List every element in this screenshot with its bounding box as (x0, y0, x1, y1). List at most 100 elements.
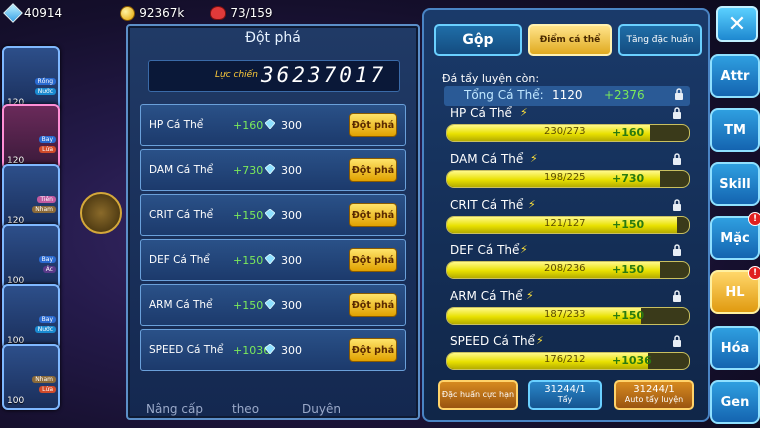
stat-current: 176/212 (544, 354, 586, 365)
stat-bonus: +730 (233, 164, 264, 177)
food-count: 73/159 (230, 6, 273, 20)
lightning-icon: ⚡ (530, 152, 538, 165)
stat-name: CRIT Cá Thể (450, 198, 524, 212)
pet-slot-6[interactable]: Nham Lửa 100 (2, 344, 60, 410)
diamond-icon (265, 299, 275, 309)
stat-name: ARM Cá Thể (149, 299, 213, 311)
breakthrough-button[interactable]: Đột phá (349, 338, 397, 362)
lightning-icon: ⚡ (520, 106, 528, 119)
total-row: Tổng Cá Thể: 1120 +2376 (444, 86, 690, 106)
lightning-icon: ⚡ (528, 198, 536, 211)
total-plus: +2376 (604, 88, 645, 102)
gold-counter: 92367k (120, 5, 185, 21)
stat-current: 187/233 (544, 309, 586, 320)
tab-individual-points[interactable]: Điểm cá thể (528, 24, 612, 56)
diamond-icon (265, 254, 275, 264)
auto-wash-button[interactable]: 31244/1 Auto tẩy luyện (614, 380, 694, 410)
side-button-label: Gen (720, 394, 750, 410)
pet-tag: Lửa (39, 146, 56, 153)
auto-wash-count: 31244/1 (633, 384, 675, 395)
lock-icon[interactable] (672, 335, 682, 347)
breakthrough-row: CRIT Cá Thể +150 300 Đột phá (140, 194, 406, 236)
lock-icon[interactable] (672, 153, 682, 165)
diamond-icon (265, 119, 275, 129)
pet-tag: Lửa (39, 386, 56, 393)
stat-row: ARM Cá Thể ⚡ 187/233 +150 (444, 289, 692, 333)
pet-slot-1[interactable]: Rồng Nước 120 (2, 46, 60, 112)
stat-plus: +730 (612, 172, 645, 185)
breakthrough-button[interactable]: Đột phá (349, 293, 397, 317)
pet-tag: Bay (38, 256, 56, 263)
lock-icon[interactable] (672, 244, 682, 256)
stat-name: DEF Cá Thể (450, 243, 520, 257)
stat-name: HP Cá Thể (149, 119, 204, 131)
alert-badge: ! (748, 266, 760, 280)
extreme-training-label: Đặc huấn cực hạn (441, 390, 515, 399)
side-button-gen[interactable]: Gen (710, 380, 760, 424)
tab-special-training[interactable]: Tăng đặc huấn (618, 24, 702, 56)
side-button-attr[interactable]: Attr (710, 54, 760, 98)
tab-follow[interactable]: theo (232, 402, 259, 416)
side-button-tm[interactable]: TM (710, 108, 760, 152)
individual-points-panel: Gộp Điểm cá thể Tăng đặc huấn Đá tẩy luy… (422, 8, 710, 422)
stat-name: SPEED Cá Thể (149, 344, 224, 356)
breakthrough-button[interactable]: Đột phá (349, 203, 397, 227)
cost: 300 (281, 119, 302, 132)
stat-row: DEF Cá Thể ⚡ 208/236 +150 (444, 243, 692, 287)
breakthrough-row: ARM Cá Thể +150 300 Đột phá (140, 284, 406, 326)
pet-slot-5[interactable]: Bay Nước 100 (2, 284, 60, 350)
cost: 300 (281, 299, 302, 312)
tab-upgrade[interactable]: Nâng cấp (146, 402, 203, 416)
wash-label: Tẩy (557, 395, 573, 404)
side-button-hóa[interactable]: Hóa (710, 326, 760, 370)
stat-row: DAM Cá Thể ⚡ 198/225 +730 (444, 152, 692, 196)
pet-level: 100 (7, 396, 25, 406)
close-button[interactable]: ✕ (716, 6, 758, 42)
tab-fate[interactable]: Duyên (302, 402, 341, 416)
cost: 300 (281, 164, 302, 177)
wash-stone-label: Đá tẩy luyện còn: (442, 72, 540, 85)
stat-row: CRIT Cá Thể ⚡ 121/127 +150 (444, 198, 692, 242)
stat-plus: +1036 (612, 354, 652, 367)
stat-current: 230/273 (544, 126, 586, 137)
side-button-skill[interactable]: Skill (710, 162, 760, 206)
diamond-icon (265, 164, 275, 174)
stat-row: SPEED Cá Thể ⚡ 176/212 +1036 (444, 334, 692, 378)
pet-tag: Bay (38, 136, 56, 143)
side-button-hl[interactable]: HL! (710, 266, 760, 314)
stat-bonus: +160 (233, 119, 264, 132)
breakthrough-button[interactable]: Đột phá (349, 113, 397, 137)
combat-power-label: Lực chiến (215, 70, 258, 80)
lock-icon[interactable] (674, 88, 684, 100)
combat-power: Lực chiến 36237017 (148, 60, 400, 92)
side-button-label: Mặc (720, 230, 750, 246)
lock-icon[interactable] (80, 192, 122, 234)
gem-count: 40914 (24, 6, 63, 20)
cost: 300 (281, 344, 302, 357)
pet-slot-4[interactable]: Bay Ác 100 (2, 224, 60, 290)
gem-icon (3, 3, 23, 23)
gold-count: 92367k (139, 6, 185, 20)
pet-tag: Nham (32, 206, 56, 213)
side-button-mặc[interactable]: Mặc! (710, 212, 760, 260)
stat-current: 121/127 (544, 218, 586, 229)
stat-current: 208/236 (544, 263, 586, 274)
breakthrough-button[interactable]: Đột phá (349, 158, 397, 182)
pet-tag: Nước (34, 88, 56, 95)
lock-icon[interactable] (672, 199, 682, 211)
extreme-training-button[interactable]: Đặc huấn cực hạn (438, 380, 518, 410)
diamond-icon (265, 209, 275, 219)
wash-button[interactable]: 31244/1 Tẩy (528, 380, 602, 410)
pet-slot-3[interactable]: Tiên Nham 120 (2, 164, 60, 230)
side-button-label: HL (725, 284, 745, 300)
lock-icon[interactable] (672, 107, 682, 119)
alert-badge: ! (748, 212, 760, 226)
tab-merge[interactable]: Gộp (434, 24, 522, 56)
lock-icon[interactable] (672, 290, 682, 302)
pet-tag: Nham (32, 376, 56, 383)
breakthrough-button[interactable]: Đột phá (349, 248, 397, 272)
pet-slot-2[interactable]: Bay Lửa 120 (2, 104, 60, 170)
stat-bonus: +150 (233, 254, 264, 267)
auto-wash-label: Auto tẩy luyện (624, 395, 684, 404)
food-icon (210, 6, 227, 20)
